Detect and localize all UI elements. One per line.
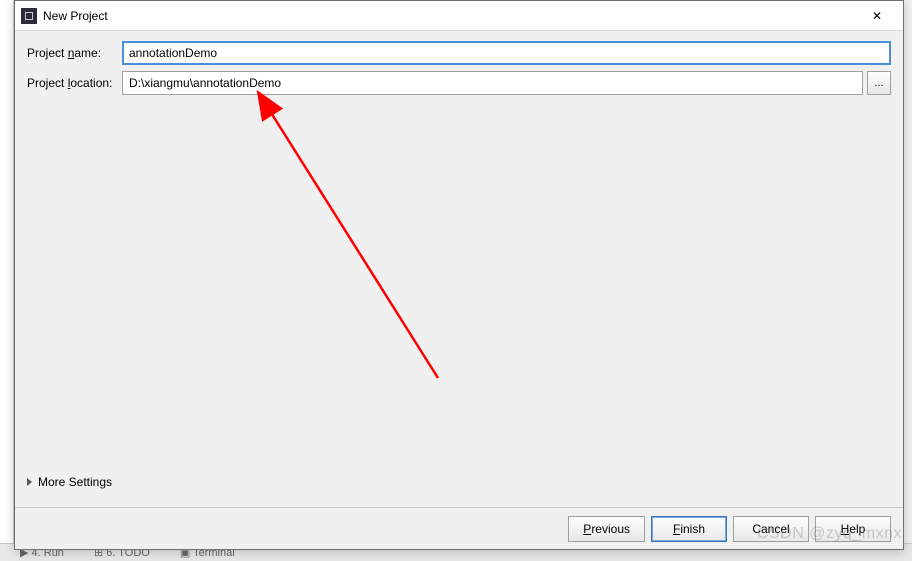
finish-button[interactable]: Finish xyxy=(651,516,727,542)
project-location-row: Project location: ... xyxy=(27,71,891,95)
intellij-icon xyxy=(21,8,37,24)
close-button[interactable]: ✕ xyxy=(855,2,899,30)
project-location-label: Project location: xyxy=(27,76,122,90)
chevron-right-icon xyxy=(27,478,32,486)
titlebar: New Project ✕ xyxy=(15,1,903,31)
browse-button[interactable]: ... xyxy=(867,71,891,95)
project-name-input[interactable] xyxy=(122,41,891,65)
window-title: New Project xyxy=(43,9,855,23)
watermark: CSDN @zyq_mxnx xyxy=(757,525,902,543)
project-location-input[interactable] xyxy=(122,71,863,95)
dialog-body: Project name: Project location: ... More… xyxy=(15,31,903,507)
project-name-label: Project name: xyxy=(27,46,122,60)
previous-button[interactable]: Previous xyxy=(568,516,645,542)
more-settings-toggle[interactable]: More Settings xyxy=(27,475,891,489)
project-name-row: Project name: xyxy=(27,41,891,65)
more-settings-label: More Settings xyxy=(38,475,112,489)
new-project-dialog: New Project ✕ Project name: Project loca… xyxy=(14,0,904,550)
